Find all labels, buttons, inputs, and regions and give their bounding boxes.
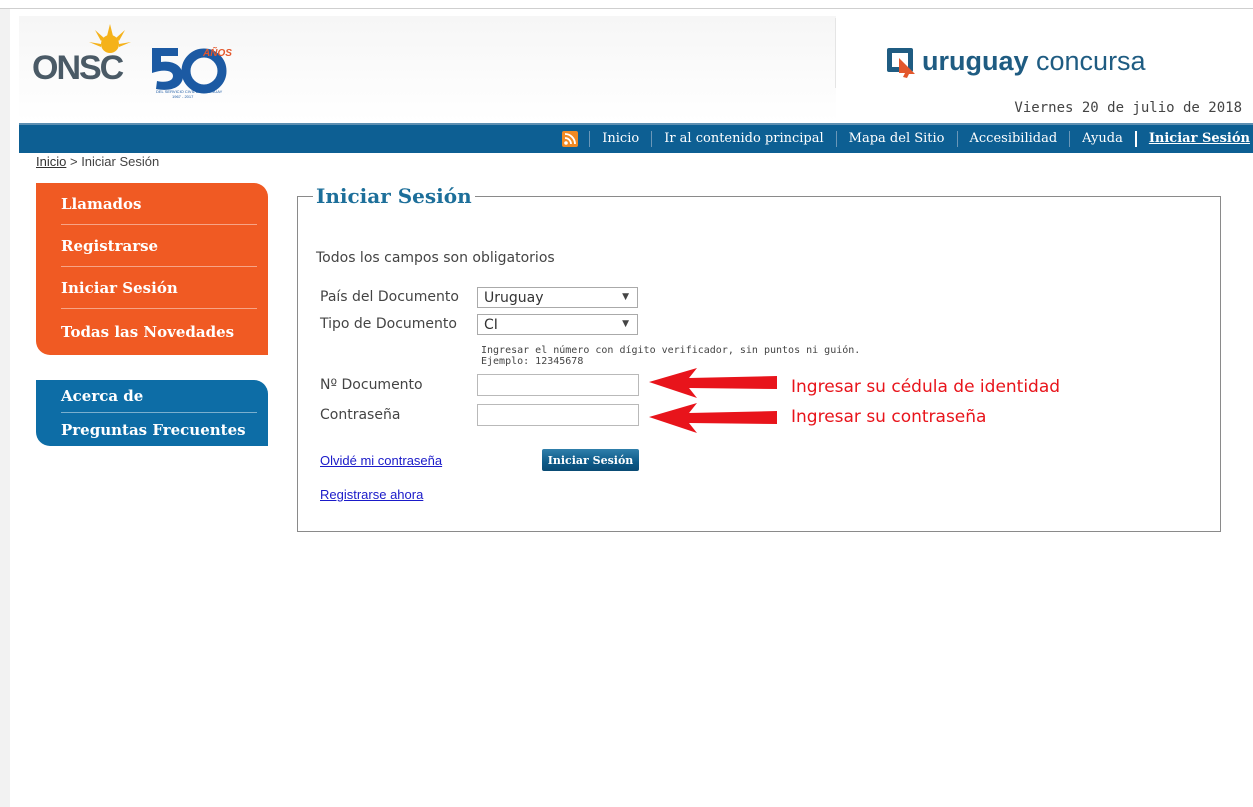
nav-accessibility[interactable]: Accesibilidad — [956, 131, 1070, 147]
rss-icon[interactable] — [562, 131, 579, 147]
nav-skip-to-content[interactable]: Ir al contenido principal — [651, 131, 835, 147]
sidebar-secondary-menu: Acerca de Preguntas Frecuentes — [36, 380, 268, 446]
password-label: Contraseña — [320, 407, 401, 423]
logo-years: 1967 - 2017 — [172, 94, 194, 99]
breadcrumb-current: Iniciar Sesión — [81, 154, 160, 169]
onsc-logo-text: ONSC — [32, 49, 124, 87]
annotation-doc-number: Ingresar su cédula de identidad — [791, 377, 1061, 397]
arrow-left-icon — [649, 403, 777, 433]
concursa-logo-text: uruguay concursa — [922, 46, 1146, 76]
sidebar-item-acerca-de[interactable]: Acerca de — [61, 380, 257, 413]
breadcrumb: Inicio > Iniciar Sesión — [36, 154, 159, 169]
doctype-select-value: CI — [484, 317, 498, 333]
red-annotation-arrows — [649, 368, 777, 433]
arrow-left-icon — [649, 368, 777, 398]
password-input[interactable] — [477, 404, 639, 426]
required-fields-notice: Todos los campos son obligatorios — [316, 250, 555, 266]
sidebar-item-novedades[interactable]: Todas las Novedades — [61, 311, 257, 353]
country-select-value: Uruguay — [484, 290, 544, 306]
concursa-cursor-icon — [887, 48, 915, 78]
doctype-label: Tipo de Documento — [320, 316, 457, 332]
sidebar-item-llamados[interactable]: Llamados — [61, 183, 257, 225]
left-strip — [0, 9, 10, 807]
hint-line-1: Ingresar el número con dígito verificado… — [481, 345, 861, 356]
sidebar-item-faq[interactable]: Preguntas Frecuentes — [61, 413, 257, 446]
anos-logo-text: AÑOS — [203, 48, 232, 59]
uruguay-concursa-logo[interactable]: uruguay concursa — [885, 44, 1205, 84]
top-navbar: Inicio Ir al contenido principal Mapa de… — [19, 123, 1253, 153]
doc-number-hint: Ingresar el número con dígito verificado… — [481, 345, 860, 367]
doctype-select[interactable]: CI ▼ — [477, 314, 638, 335]
sidebar-primary-menu: Llamados Registrarse Iniciar Sesión Toda… — [36, 183, 268, 355]
header-divider — [835, 18, 836, 88]
nav-login[interactable]: Iniciar Sesión — [1134, 131, 1253, 147]
top-border — [0, 8, 1253, 9]
nav-inicio[interactable]: Inicio — [589, 131, 651, 147]
country-select[interactable]: Uruguay ▼ — [477, 287, 638, 308]
onsc-50-logo[interactable]: ONSC AÑOS DEL SERVICIO CIVIL EN URUGUAY … — [32, 24, 232, 99]
nav-help[interactable]: Ayuda — [1069, 131, 1135, 147]
sidebar-item-registrarse[interactable]: Registrarse — [61, 225, 257, 267]
register-now-link[interactable]: Registrarse ahora — [320, 487, 423, 502]
breadcrumb-separator: > — [66, 154, 82, 169]
chevron-down-icon: ▼ — [622, 319, 629, 329]
sidebar-item-iniciar-sesion[interactable]: Iniciar Sesión — [61, 267, 257, 309]
login-form-title: Iniciar Sesión — [313, 184, 475, 208]
nav-sitemap[interactable]: Mapa del Sitio — [835, 131, 957, 147]
chevron-down-icon: ▼ — [622, 292, 629, 302]
current-date: Viernes 20 de julio de 2018 — [1014, 100, 1242, 116]
forgot-password-link[interactable]: Olvidé mi contraseña — [320, 453, 442, 468]
doc-number-input[interactable] — [477, 374, 639, 396]
login-submit-button[interactable]: Iniciar Sesión — [542, 449, 639, 471]
breadcrumb-home-link[interactable]: Inicio — [36, 154, 66, 169]
country-label: País del Documento — [320, 289, 459, 305]
doc-number-label: Nº Documento — [320, 377, 423, 393]
annotation-password: Ingresar su contraseña — [791, 407, 987, 427]
nav-items: Inicio Ir al contenido principal Mapa de… — [562, 125, 1253, 153]
